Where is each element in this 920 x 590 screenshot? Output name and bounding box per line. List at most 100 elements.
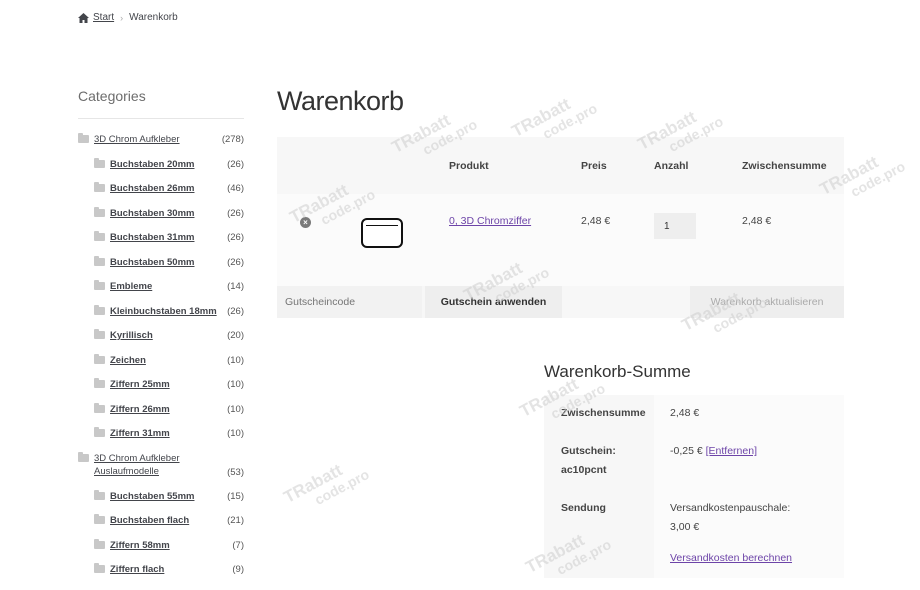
category-link[interactable]: Buchstaben 30mm [110,207,222,220]
quantity-cell [653,194,741,301]
category-link[interactable]: Kleinbuchstaben 18mm [110,305,222,318]
totals-coupon-row: Gutschein: ac10pcnt -0,25 € [Entfernen] [544,433,844,490]
folder-icon [94,353,105,364]
shipping-cost: 3,00 € [670,521,700,533]
breadcrumb: Start › Warenkorb [78,12,178,23]
category-count: (53) [227,466,244,478]
breadcrumb-current: Warenkorb [129,12,178,23]
category-count: (26) [227,232,244,243]
shipping-method: Versandkostenpauschale: [670,502,791,514]
category-count: (46) [227,183,244,194]
price-cell: 2,48 € [580,194,653,301]
category-link[interactable]: Buchstaben 20mm [110,158,222,171]
calculate-shipping-link[interactable]: Versandkosten berechnen [670,549,792,568]
coupon-code-input[interactable] [277,286,422,318]
home-icon [78,12,89,23]
totals-shipping-value: Versandkostenpauschale: 3,00 € Versandko… [654,490,844,578]
thumbnail-cell [350,194,448,301]
remove-item-icon[interactable]: × [300,217,311,228]
totals-subtotal-value: 2,48 € [654,395,844,433]
category-count: (9) [232,564,244,575]
category-count: (10) [227,428,244,439]
folder-icon [94,157,105,168]
category-item: Ziffern 58mm (7) [78,538,244,564]
category-link[interactable]: Ziffern 26mm [110,403,222,416]
coupon-discount: -0,25 € [670,445,703,457]
folder-icon [94,538,105,549]
cart-actions: Gutschein anwenden Warenkorb aktualisier… [277,286,844,318]
category-item: 3D Chrom Aufkleber (278) [78,133,244,158]
remove-cell: × [277,194,350,301]
category-link[interactable]: Buchstaben 55mm [110,490,222,503]
totals-subtotal-label: Zwischensumme [544,395,654,433]
totals-shipping-row: Sendung Versandkostenpauschale: 3,00 € V… [544,490,844,578]
category-item: 3D Chrom Aufkleber Auslaufmodelle (53) [78,451,244,490]
category-link[interactable]: 3D Chrom Aufkleber [94,133,222,146]
category-count: (10) [227,403,244,415]
folder-icon [94,378,105,388]
coupon-label-prefix: Gutschein: [561,445,616,457]
quantity-column-header: Anzahl [653,137,741,194]
category-link[interactable]: Buchstaben 31mm [110,231,222,244]
product-link[interactable]: 0, 3D Chromziffer [449,215,531,227]
cart-header-row: Produkt Preis Anzahl Zwischensumme [277,137,844,194]
product-thumbnail[interactable] [361,218,403,248]
folder-icon [94,255,105,266]
category-link[interactable]: Kyrillisch [110,329,222,342]
category-list: 3D Chrom Aufkleber (278) Buchstaben 20mm (… [78,133,244,588]
cart-main: Warenkorb Produkt Preis Anzahl Zwischens… [277,86,844,318]
category-item: Buchstaben 31mm (26) [78,231,244,256]
category-count: (14) [227,281,244,292]
price-column-header: Preis [580,137,653,194]
category-link[interactable]: 3D Chrom Aufkleber Auslaufmodelle [94,452,194,478]
update-cart-button[interactable]: Warenkorb aktualisieren [690,286,844,318]
category-item: Zeichen (10) [78,353,244,379]
category-count: (26) [227,207,244,219]
thumbnail-column-header [350,137,448,194]
subtotal-cell: 2,48 € [741,194,844,301]
category-count: (10) [227,379,244,390]
category-item: Buchstaben 30mm (26) [78,206,244,232]
category-item: Buchstaben 55mm (15) [78,489,244,515]
apply-coupon-button[interactable]: Gutschein anwenden [425,286,562,318]
category-count: (7) [232,539,244,551]
category-link[interactable]: Buchstaben flach [110,514,222,527]
category-item: Kleinbuchstaben 18mm (26) [78,304,244,330]
page-title: Warenkorb [277,86,404,116]
category-item: Buchstaben 26mm (46) [78,182,244,207]
folder-icon [78,133,89,143]
category-item: Buchstaben flach (21) [78,514,244,539]
category-item: Buchstaben 20mm (26) [78,157,244,183]
category-link[interactable]: Ziffern 25mm [110,378,222,391]
totals-shipping-label: Sendung [544,490,654,578]
category-count: (26) [227,256,244,268]
category-link[interactable]: Buchstaben 50mm [110,256,222,269]
category-item: Ziffern 26mm (10) [78,402,244,428]
category-link[interactable]: Zeichen [110,354,222,367]
category-item: Ziffern flach (9) [78,563,244,588]
breadcrumb-home-link[interactable]: Start [93,12,114,23]
folder-icon [94,231,105,241]
folder-icon [94,329,105,339]
category-sidebar: Categories 3D Chrom Aufkleber (278) Buchs… [78,88,244,588]
category-count: (20) [227,330,244,341]
quantity-input[interactable] [654,213,696,239]
category-item: Buchstaben 50mm (26) [78,255,244,281]
watermark-line1: TRabatt [280,460,346,507]
category-link[interactable]: Ziffern 58mm [110,539,222,552]
folder-icon [94,427,105,437]
category-count: (10) [227,354,244,366]
subtotal-column-header: Zwischensumme [741,137,844,194]
remove-column-header [277,137,350,194]
totals-subtotal-row: Zwischensumme 2,48 € [544,395,844,433]
category-link[interactable]: Embleme [110,280,222,293]
remove-coupon-link[interactable]: [Entfernen] [706,445,757,457]
folder-icon [94,280,105,290]
category-link[interactable]: Ziffern 31mm [110,427,222,440]
category-count: (278) [221,134,244,145]
category-link[interactable]: Buchstaben 26mm [110,182,222,195]
category-link[interactable]: Ziffern flach [110,563,222,576]
category-count: (21) [227,515,244,526]
cart-table: Produkt Preis Anzahl Zwischensumme × 0, … [277,137,844,301]
folder-icon [94,563,105,573]
